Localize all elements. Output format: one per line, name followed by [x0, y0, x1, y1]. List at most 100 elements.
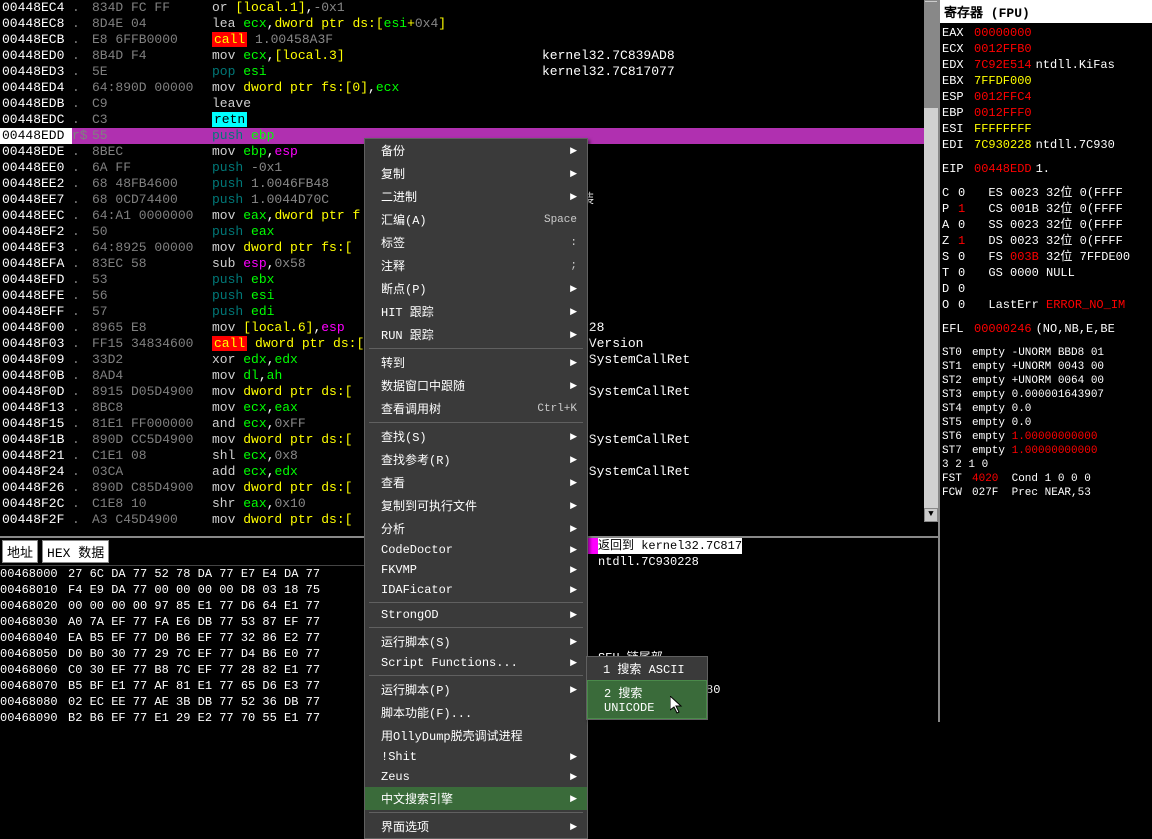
disasm-hex: 55	[92, 128, 212, 144]
disasm-addr: 00448EE2	[0, 176, 72, 192]
scroll-thumb[interactable]	[924, 2, 938, 108]
flag-row[interactable]: T0 GS 0000 NULL	[942, 265, 1150, 281]
submenu-arrow-icon: ▶	[570, 752, 577, 762]
disasm-marker: .	[72, 400, 92, 416]
disasm-marker: .	[72, 448, 92, 464]
flag-row[interactable]: D0	[942, 281, 1150, 297]
menu-item[interactable]: 查找参考(R)▶	[365, 448, 587, 471]
register-row[interactable]: EBP0012FFF0	[942, 105, 1150, 121]
flag-row[interactable]: C0 ES 0023 32位 0(FFFF	[942, 185, 1150, 201]
menu-item[interactable]: 数据窗口中跟随▶	[365, 374, 587, 397]
disasm-marker: r$	[72, 128, 92, 144]
submenu-item[interactable]: 2 搜索 UNICODE	[587, 680, 707, 719]
menu-item[interactable]: IDAFicator▶	[365, 580, 587, 600]
fpu-register-row[interactable]: ST3empty 0.000001643907	[942, 387, 1150, 401]
scroll-down-arrow[interactable]: ▼	[924, 508, 938, 522]
disasm-scrollbar[interactable]: ▲ ▼	[924, 0, 938, 522]
menu-item[interactable]: 汇编(A)Space	[365, 208, 587, 231]
disasm-marker: .	[72, 464, 92, 480]
submenu-item[interactable]: 1 搜索 ASCII	[587, 657, 707, 680]
fpu-fcw[interactable]: FCW027F Prec NEAR,53	[942, 485, 1150, 499]
disasm-marker: .	[72, 304, 92, 320]
menu-item[interactable]: HIT 跟踪▶	[365, 300, 587, 323]
register-row[interactable]: EDX7C92E514ntdll.KiFas	[942, 57, 1150, 73]
disasm-row[interactable]: 00448EDC.C3retn	[0, 112, 938, 128]
disasm-addr: 00448F0D	[0, 384, 72, 400]
menu-item[interactable]: 界面选项▶	[365, 815, 587, 838]
menu-item[interactable]: 查找(S)▶	[365, 425, 587, 448]
menu-item[interactable]: 运行脚本(S)▶	[365, 630, 587, 653]
register-row[interactable]: EAX00000000	[942, 25, 1150, 41]
menu-item[interactable]: RUN 跟踪▶	[365, 323, 587, 346]
disasm-marker: .	[72, 192, 92, 208]
menu-item[interactable]: 脚本功能(F)...	[365, 701, 587, 724]
menu-item[interactable]: StrongOD▶	[365, 605, 587, 625]
register-row[interactable]: EBX7FFDF000	[942, 73, 1150, 89]
disasm-row[interactable]: 00448EDB.C9leave	[0, 96, 938, 112]
registers-title: 寄存器 (FPU)	[940, 0, 1152, 23]
register-row[interactable]: ECX0012FFB0	[942, 41, 1150, 57]
menu-item[interactable]: Script Functions...▶	[365, 653, 587, 673]
fpu-register-row[interactable]: ST7empty 1.00000000000	[942, 443, 1150, 457]
disasm-addr: 00448F15	[0, 416, 72, 432]
dump-header-hex: HEX 数据	[42, 540, 109, 563]
menu-item[interactable]: CodeDoctor▶	[365, 540, 587, 560]
menu-item[interactable]: FKVMP▶	[365, 560, 587, 580]
disasm-addr: 00448F00	[0, 320, 72, 336]
fpu-register-row[interactable]: ST1empty +UNORM 0043 00	[942, 359, 1150, 373]
fpu-register-row[interactable]: ST4empty 0.0	[942, 401, 1150, 415]
menu-item[interactable]: 标签:	[365, 231, 587, 254]
menu-item[interactable]: 用OllyDump脱壳调试进程	[365, 724, 587, 747]
flag-row[interactable]: O0 LastErr ERROR_NO_IM	[942, 297, 1150, 313]
submenu-arrow-icon: ▶	[570, 478, 577, 488]
flag-row[interactable]: S0 FS 003B 32位 7FFDE00	[942, 249, 1150, 265]
menu-item[interactable]: 备份▶	[365, 139, 587, 162]
registers-content[interactable]: EAX00000000ECX0012FFB0EDX7C92E514ntdll.K…	[940, 23, 1152, 722]
disasm-marker: .	[72, 336, 92, 352]
submenu-arrow-icon: ▶	[570, 610, 577, 620]
register-pane: 寄存器 (FPU) EAX00000000ECX0012FFB0EDX7C92E…	[940, 0, 1152, 722]
menu-item[interactable]: Zeus▶	[365, 767, 587, 787]
menu-item[interactable]: 复制到可执行文件▶	[365, 494, 587, 517]
disasm-addr: 00448EFF	[0, 304, 72, 320]
disasm-row[interactable]: 00448EC4.834D FC FFor [local.1],-0x1	[0, 0, 938, 16]
disasm-addr: 00448F21	[0, 448, 72, 464]
menu-item[interactable]: 断点(P)▶	[365, 277, 587, 300]
register-row[interactable]: ESP0012FFC4	[942, 89, 1150, 105]
disasm-row[interactable]: 00448EC8.8D4E 04lea ecx,dword ptr ds:[es…	[0, 16, 938, 32]
register-efl[interactable]: EFL00000246(NO,NB,E,BE	[942, 321, 1150, 337]
flag-row[interactable]: Z1 DS 0023 32位 0(FFFF	[942, 233, 1150, 249]
menu-item[interactable]: 二进制▶	[365, 185, 587, 208]
register-row[interactable]: EDI7C930228ntdll.7C930	[942, 137, 1150, 153]
disasm-hex: 64:890D 00000	[92, 80, 212, 96]
menu-item[interactable]: 分析▶	[365, 517, 587, 540]
disasm-row[interactable]: 00448ED0.8B4D F4mov ecx,[local.3]kernel3…	[0, 48, 938, 64]
fpu-register-row[interactable]: ST5empty 0.0	[942, 415, 1150, 429]
disasm-addr: 00448EF3	[0, 240, 72, 256]
menu-separator	[369, 348, 583, 349]
menu-item[interactable]: 运行脚本(P)▶	[365, 678, 587, 701]
fpu-register-row[interactable]: ST6empty 1.00000000000	[942, 429, 1150, 443]
menu-item[interactable]: 中文搜索引擎▶	[365, 787, 587, 810]
disasm-marker: .	[72, 112, 92, 128]
disasm-hex: 890D CC5D4900	[92, 432, 212, 448]
fpu-fst[interactable]: FST4020 Cond 1 0 0 0	[942, 471, 1150, 485]
fpu-register-row[interactable]: ST0empty -UNORM BBD8 01	[942, 345, 1150, 359]
menu-item[interactable]: 复制▶	[365, 162, 587, 185]
menu-item[interactable]: 转到▶	[365, 351, 587, 374]
register-eip[interactable]: EIP00448EDD1.	[942, 161, 1150, 177]
register-row[interactable]: ESIFFFFFFFF	[942, 121, 1150, 137]
disasm-hex: 8915 D05D4900	[92, 384, 212, 400]
disasm-marker: .	[72, 432, 92, 448]
disasm-row[interactable]: 00448ECB.E8 6FFB0000call 1.00458A3F	[0, 32, 938, 48]
menu-item[interactable]: 注释;	[365, 254, 587, 277]
menu-item[interactable]: !Shit▶	[365, 747, 587, 767]
menu-item[interactable]: 查看调用树Ctrl+K	[365, 397, 587, 420]
flag-row[interactable]: P1 CS 001B 32位 0(FFFF	[942, 201, 1150, 217]
disasm-row[interactable]: 00448ED3.5Epop esikernel32.7C817077	[0, 64, 938, 80]
disasm-row[interactable]: 00448ED4.64:890D 00000mov dword ptr fs:[…	[0, 80, 938, 96]
flag-row[interactable]: A0 SS 0023 32位 0(FFFF	[942, 217, 1150, 233]
disasm-addr: 00448ED0	[0, 48, 72, 64]
fpu-register-row[interactable]: ST2empty +UNORM 0064 00	[942, 373, 1150, 387]
menu-item[interactable]: 查看▶	[365, 471, 587, 494]
